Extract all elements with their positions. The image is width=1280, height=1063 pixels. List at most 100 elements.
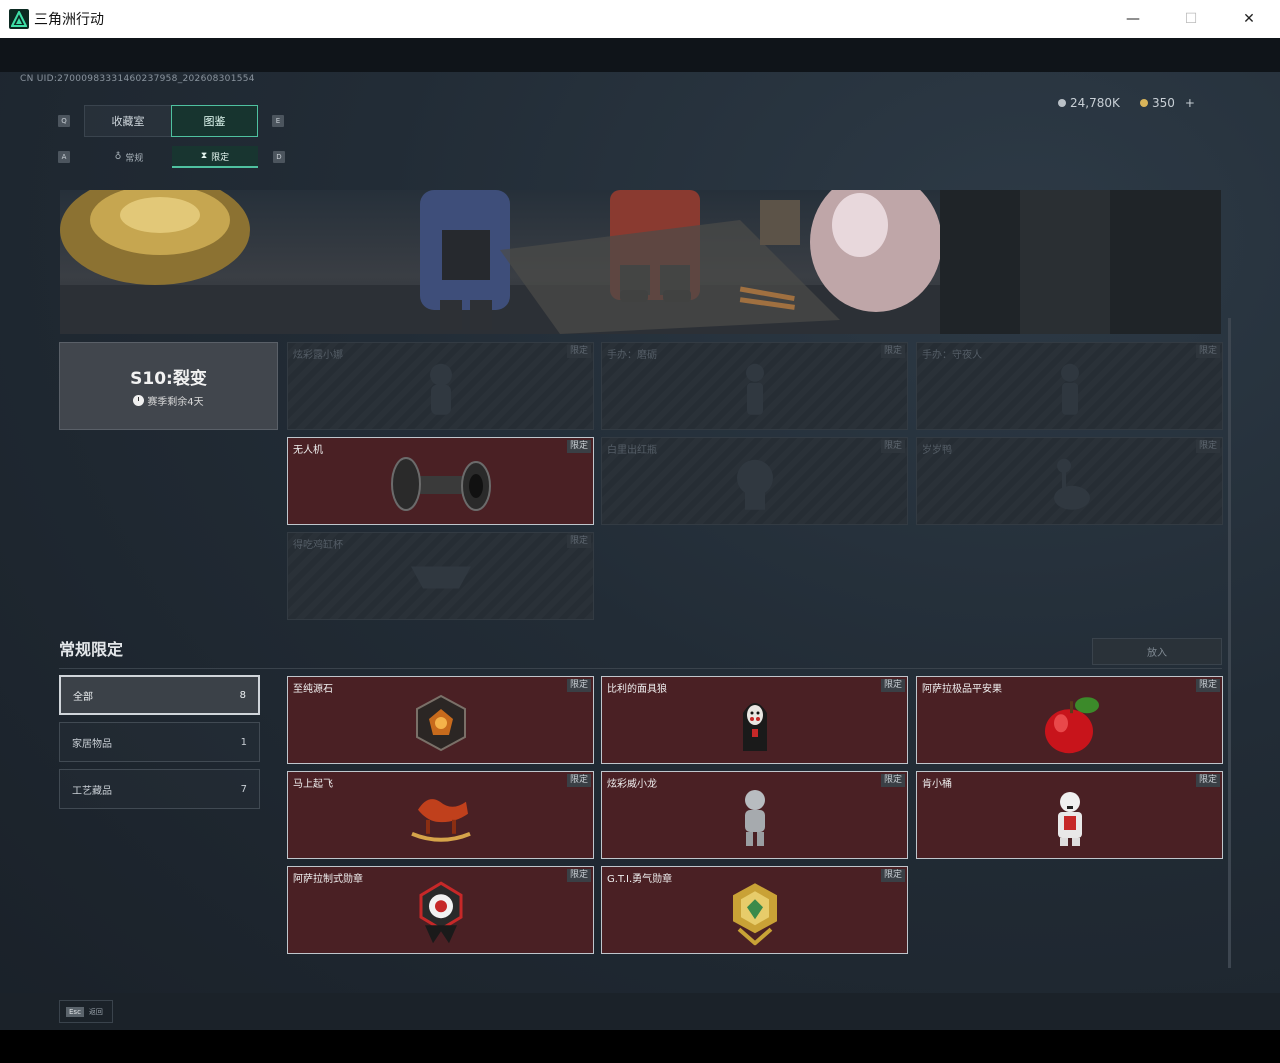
item-name: 白里出红瓶 <box>607 445 657 456</box>
gold-currency: 350 + <box>1140 96 1195 110</box>
limited-tag: 限定 <box>880 345 905 358</box>
limited-tag: 限定 <box>1195 679 1220 692</box>
regular-item-card[interactable]: 阿萨拉制式勋章 限定 <box>287 866 594 954</box>
season-banner <box>60 190 1221 334</box>
window-title: 三角洲行动 <box>34 12 104 28</box>
apple-icon <box>1044 697 1099 754</box>
key-q-hint: Q <box>58 115 70 127</box>
footer-bar <box>0 993 1280 1030</box>
tab-collection-room[interactable]: 收藏室 <box>84 105 172 137</box>
limited-tag: 限定 <box>566 679 591 692</box>
season-item-card[interactable]: 岁岁鸭 限定 <box>916 437 1223 525</box>
key-d-hint: D <box>273 151 285 163</box>
item-name: 马上起飞 <box>293 779 333 790</box>
limited-tag: 限定 <box>880 679 905 692</box>
season-name: S10:裂变 <box>130 369 207 389</box>
limited-tag: 限定 <box>880 774 905 787</box>
category-label: 全部 <box>73 691 93 703</box>
bucket-figurine-icon <box>1057 792 1082 846</box>
scrollbar[interactable] <box>1228 318 1231 968</box>
item-name: 至纯源石 <box>293 684 333 695</box>
regular-item-card[interactable]: 至纯源石 限定 <box>287 676 594 764</box>
subtab-limited-label: 限定 <box>211 152 230 163</box>
limited-tag: 限定 <box>566 869 591 882</box>
cup-silhouette-icon <box>410 566 471 589</box>
flame-icon: ♁ <box>114 152 122 162</box>
season-item-card[interactable]: 炫彩露小娜 限定 <box>287 342 594 430</box>
item-name: 肯小桶 <box>922 779 952 790</box>
limited-tag: 限定 <box>566 535 591 548</box>
item-name: 比利的面具狼 <box>607 684 667 695</box>
minimize-button[interactable]: — <box>1104 0 1162 38</box>
maximize-button[interactable]: ☐ <box>1162 0 1220 38</box>
subtab-limited[interactable]: ⧗ 限定 <box>172 146 258 168</box>
add-gold-button[interactable]: + <box>1185 96 1195 110</box>
app-logo-icon <box>9 9 29 29</box>
back-button[interactable]: Esc 返回 <box>59 1000 113 1023</box>
silver-currency: 24,780K <box>1058 96 1120 110</box>
gold-amount: 350 <box>1152 96 1175 110</box>
vase-silhouette-icon <box>736 459 773 510</box>
section-title: 常规限定 <box>59 640 124 659</box>
item-name: 阿萨拉极品平安果 <box>922 684 1002 695</box>
limited-tag: 限定 <box>566 345 591 358</box>
gold-coin-icon <box>1140 99 1148 107</box>
tab-catalog[interactable]: 图鉴 <box>171 105 258 137</box>
limited-tag: 限定 <box>1195 440 1220 453</box>
category-label: 工艺藏品 <box>72 785 112 797</box>
season-item-card[interactable]: 得吃鸡缸杯 限定 <box>287 532 594 620</box>
user-uid: CN UID:27000983331460237958_202608301554 <box>20 74 255 84</box>
gemstone-icon <box>415 694 466 752</box>
season-item-card[interactable]: 白里出红瓶 限定 <box>601 437 908 525</box>
collapse-button[interactable]: 放入 <box>1092 638 1222 665</box>
season-item-card[interactable]: 手办：守夜人 限定 <box>916 342 1223 430</box>
item-name: 无人机 <box>293 445 323 456</box>
subtab-regular[interactable]: ♁ 常规 <box>86 146 172 168</box>
category-count: 8 <box>239 689 246 701</box>
season-info-panel: S10:裂变 赛季剩余4天 <box>59 342 278 430</box>
regular-item-card[interactable]: 肯小桶 限定 <box>916 771 1223 859</box>
hourglass-icon: ⧗ <box>200 151 208 161</box>
clock-icon <box>133 395 145 406</box>
key-e-hint: E <box>272 115 284 127</box>
puppet-mask-icon <box>742 703 767 751</box>
category-crafts[interactable]: 工艺藏品 7 <box>59 769 260 809</box>
item-name: 炫彩威小龙 <box>607 779 657 790</box>
duck-silhouette-icon <box>1053 458 1090 510</box>
season-remaining-text: 赛季剩余4天 <box>147 397 204 408</box>
figure-silhouette-icon <box>745 363 764 415</box>
figure-silhouette-icon <box>429 363 452 415</box>
item-name: 炫彩露小娜 <box>293 350 343 361</box>
category-count: 7 <box>240 783 247 795</box>
close-button[interactable]: ✕ <box>1220 0 1278 38</box>
season-item-card[interactable]: 手办：磨砺 限定 <box>601 342 908 430</box>
season-item-card[interactable]: 无人机 限定 <box>287 437 594 525</box>
item-name: 阿萨拉制式勋章 <box>293 874 363 885</box>
regular-item-card[interactable]: 比利的面具狼 限定 <box>601 676 908 764</box>
esc-key-hint: Esc <box>66 1006 84 1017</box>
regular-item-card[interactable]: 炫彩威小龙 限定 <box>601 771 908 859</box>
game-viewport: CN UID:27000983331460237958_202608301554… <box>0 38 1280 1030</box>
subtab-regular-label: 常规 <box>125 153 144 164</box>
limited-tag: 限定 <box>566 774 591 787</box>
item-name: 手办：守夜人 <box>922 350 982 361</box>
regular-item-card[interactable]: G.T.I.勇气勋章 限定 <box>601 866 908 954</box>
silver-amount: 24,780K <box>1070 96 1120 110</box>
season-remaining: 赛季剩余4天 <box>133 393 204 408</box>
courage-medal-icon <box>732 883 777 946</box>
category-label: 家居物品 <box>72 738 112 750</box>
category-home-items[interactable]: 家居物品 1 <box>59 722 260 762</box>
item-name: G.T.I.勇气勋章 <box>607 874 673 885</box>
category-all[interactable]: 全部 8 <box>59 675 260 715</box>
limited-tag: 限定 <box>1195 774 1220 787</box>
top-shade <box>0 38 1280 72</box>
limited-tag: 限定 <box>1195 345 1220 358</box>
limited-tag: 限定 <box>880 440 905 453</box>
dragon-figurine-icon <box>744 790 765 846</box>
silver-coin-icon <box>1058 99 1066 107</box>
category-count: 1 <box>240 736 247 748</box>
key-a-hint: A <box>58 151 70 163</box>
regular-item-card[interactable]: 马上起飞 限定 <box>287 771 594 859</box>
regular-item-card[interactable]: 阿萨拉极品平安果 限定 <box>916 676 1223 764</box>
item-name: 手办：磨砺 <box>607 350 657 361</box>
